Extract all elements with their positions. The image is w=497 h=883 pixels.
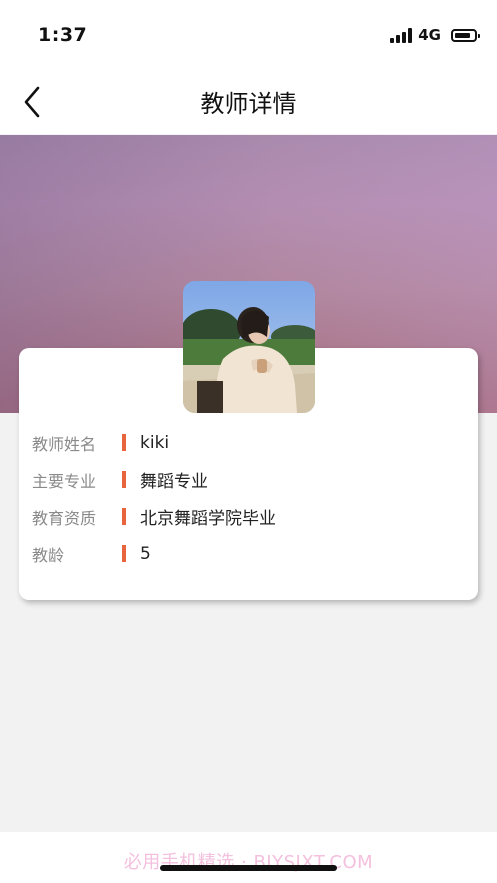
bottom-bar: 必用手机精选 · BIYSJXT.COM	[0, 832, 497, 883]
status-bar: 1:37 4G	[0, 0, 497, 70]
detail-label: 主要专业	[32, 471, 97, 491]
teacher-photo-image	[183, 281, 315, 413]
detail-value: 5	[140, 543, 151, 564]
home-indicator[interactable]	[160, 865, 337, 871]
detail-label: 教龄	[32, 545, 65, 565]
detail-row-name: 教师姓名 kiki	[32, 424, 276, 461]
detail-value: kiki	[140, 432, 170, 453]
network-type: 4G	[418, 26, 441, 44]
detail-label: 教师姓名	[32, 434, 97, 454]
detail-label: 教育资质	[32, 508, 97, 528]
nav-bar: 教师详情	[0, 70, 497, 134]
page-title: 教师详情	[200, 90, 297, 118]
teacher-details-list: 教师姓名 kiki 主要专业 舞蹈专业 教育资质 北京舞蹈学院毕业 教龄 5	[32, 424, 276, 572]
detail-row-qualification: 教育资质 北京舞蹈学院毕业	[32, 498, 276, 535]
accent-bar	[122, 434, 126, 451]
accent-bar	[122, 471, 126, 488]
signal-icon	[390, 27, 413, 43]
teacher-avatar[interactable]	[183, 281, 315, 413]
detail-row-experience: 教龄 5	[32, 535, 276, 572]
battery-icon	[451, 28, 480, 42]
accent-bar	[122, 508, 126, 525]
detail-row-major: 主要专业 舞蹈专业	[32, 461, 276, 498]
status-indicators: 4G	[390, 26, 480, 44]
status-time: 1:37	[38, 24, 88, 46]
detail-value: 舞蹈专业	[140, 472, 208, 492]
detail-value: 北京舞蹈学院毕业	[140, 509, 276, 529]
accent-bar	[122, 545, 126, 562]
